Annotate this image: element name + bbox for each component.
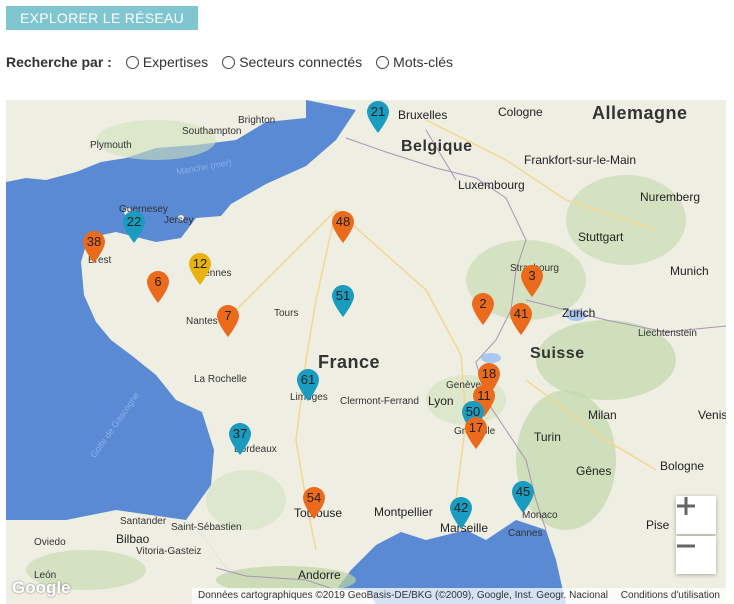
city-label: Luxembourg	[458, 178, 525, 192]
city-label: Cologne	[498, 105, 543, 119]
city-label: Vitoria-Gasteiz	[136, 546, 202, 557]
marker-count: 2	[479, 296, 487, 311]
city-label: Stuttgart	[578, 230, 624, 244]
map-marker[interactable]: 12	[188, 252, 212, 286]
city-label: Montpellier	[374, 505, 433, 519]
country-label-belgique: Belgique	[401, 138, 473, 155]
map-marker[interactable]: 54	[302, 486, 326, 520]
map-marker[interactable]: 38	[82, 230, 106, 264]
city-label: Southampton	[182, 126, 242, 137]
map-marker[interactable]: 7	[216, 304, 240, 338]
map-attribution: Données cartographiques ©2019 GeoBasis-D…	[192, 588, 726, 604]
marker-count: 6	[154, 274, 162, 289]
zoom-out-button[interactable]	[676, 536, 716, 574]
city-label: Zurich	[562, 306, 596, 320]
marker-count: 51	[335, 288, 351, 303]
marker-count: 48	[335, 214, 351, 229]
city-label: Oviedo	[34, 537, 66, 548]
map-marker[interactable]: 17	[464, 416, 488, 450]
map-marker[interactable]: 3	[520, 264, 544, 298]
city-label: Nuremberg	[640, 190, 701, 204]
marker-count: 61	[300, 372, 316, 387]
google-logo[interactable]: Google	[12, 578, 71, 598]
radio-expertises[interactable]: Expertises	[125, 54, 209, 70]
marker-count: 7	[224, 308, 232, 323]
map-view[interactable]: Allemagne Belgique France Suisse Bruxell…	[6, 100, 726, 604]
map-marker[interactable]: 61	[296, 368, 320, 402]
country-label-suisse: Suisse	[530, 345, 585, 362]
radio-circle-icon[interactable]	[222, 55, 236, 69]
marker-count: 54	[306, 490, 322, 505]
search-by-label: Recherche par :	[6, 54, 112, 70]
city-label: Turin	[534, 430, 561, 444]
marker-count: 37	[232, 426, 248, 441]
city-label: Bilbao	[116, 532, 150, 546]
map-marker[interactable]: 45	[511, 480, 535, 514]
map-marker[interactable]: 51	[331, 284, 355, 318]
radio-circle-icon[interactable]	[125, 55, 139, 69]
city-label: Saint-Sébastien	[171, 522, 242, 533]
map-marker[interactable]: 37	[228, 422, 252, 456]
map-marker[interactable]: 48	[331, 210, 355, 244]
radio-circle-icon[interactable]	[376, 55, 390, 69]
zoom-in-button[interactable]	[676, 496, 716, 534]
city-label: Brighton	[238, 115, 276, 126]
marker-count: 45	[515, 484, 531, 499]
radio-secteurs-label: Secteurs connectés	[239, 54, 363, 70]
map-marker[interactable]: 41	[509, 302, 533, 336]
radio-expertises-label: Expertises	[142, 54, 209, 70]
city-label: Venise	[698, 408, 726, 422]
marker-count: 41	[513, 306, 529, 321]
map-marker[interactable]: 6	[146, 270, 170, 304]
radio-mots-cles[interactable]: Mots-clés	[376, 54, 453, 70]
marker-count: 22	[126, 214, 142, 229]
city-label: Milan	[588, 408, 617, 422]
city-label: Frankfort-sur-le-Main	[524, 153, 637, 167]
country-label-france: France	[318, 352, 381, 372]
marker-count: 38	[86, 234, 102, 249]
marker-count: 42	[453, 500, 469, 515]
marker-count: 3	[528, 268, 536, 283]
city-label: Cannes	[508, 528, 543, 539]
map-marker[interactable]: 21	[366, 100, 390, 134]
terms-link[interactable]: Conditions d'utilisation	[621, 590, 720, 601]
city-label: Liechtenstein	[638, 328, 697, 339]
city-label: Andorre	[298, 568, 341, 582]
marker-count: 12	[192, 256, 208, 271]
city-label: Plymouth	[90, 140, 132, 151]
city-label: Munich	[670, 264, 709, 278]
city-label: Bologne	[660, 459, 705, 473]
minus-icon	[677, 544, 695, 548]
city-label: La Rochelle	[194, 374, 247, 385]
explore-network-button[interactable]: EXPLORER LE RÉSEAU	[6, 6, 198, 30]
attribution-text: Données cartographiques ©2019 GeoBasis-D…	[198, 590, 609, 601]
map-marker[interactable]: 22	[122, 210, 146, 244]
city-label: Tours	[274, 308, 299, 319]
radio-secteurs-connectes[interactable]: Secteurs connectés	[222, 54, 362, 70]
city-label: Pise	[646, 518, 670, 532]
city-label: Clermont-Ferrand	[340, 396, 419, 407]
map-marker[interactable]: 2	[471, 292, 495, 326]
plus-icon	[677, 497, 695, 515]
city-label: Santander	[120, 516, 167, 527]
city-label: Gênes	[576, 464, 612, 478]
marker-count: 17	[468, 420, 484, 435]
city-label: Jersey	[164, 215, 194, 226]
marker-count: 21	[370, 104, 386, 119]
city-label: Nantes	[186, 316, 218, 327]
country-label-allemagne: Allemagne	[592, 103, 688, 123]
city-label: Bruxelles	[398, 108, 448, 122]
city-label: Lyon	[428, 394, 454, 408]
search-by-row: Recherche par : Expertises Secteurs conn…	[6, 52, 467, 72]
map-marker[interactable]: 42	[449, 496, 473, 530]
marker-count: 18	[481, 366, 497, 381]
radio-mots-cles-label: Mots-clés	[393, 54, 454, 70]
